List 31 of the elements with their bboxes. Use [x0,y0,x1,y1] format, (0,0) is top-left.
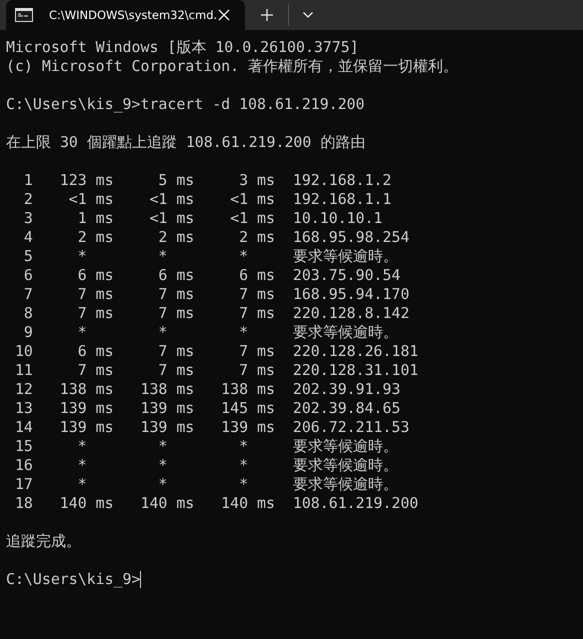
terminal-line: 5 * * * 要求等候逾時。 [22,247,398,266]
command-prompt: C:\Users\kis_9> [6,570,140,589]
terminal-line: 15 * * * 要求等候逾時。 [14,437,398,456]
dropdown-icon[interactable] [302,11,314,19]
terminal-line: 10 6 ms 7 ms 7 ms 220.128.26.181 [14,342,418,361]
new-tab-icon[interactable] [260,8,274,22]
terminal-line: (c) Microsoft Corporation. 著作權所有，並保留一切權利。 [6,57,458,76]
terminal-line: 18 140 ms 140 ms 140 ms 108.61.219.200 [14,494,418,513]
terminal-icon [15,8,33,22]
tab-title: C:\WINDOWS\system32\cmd. [49,8,218,22]
terminal-line: 8 7 ms 7 ms 7 ms 220.128.8.142 [22,304,410,323]
terminal-line: 17 * * * 要求等候逾時。 [14,475,398,494]
text-cursor [140,571,142,588]
terminal-line: 1 123 ms 5 ms 3 ms 192.168.1.2 [22,171,392,190]
terminal-line: 11 7 ms 7 ms 7 ms 220.128.31.101 [14,361,418,380]
terminal-line: 16 * * * 要求等候逾時。 [14,456,398,475]
close-icon[interactable] [217,8,232,22]
terminal-line: 13 139 ms 139 ms 145 ms 202.39.84.65 [14,399,400,418]
terminal-line: 7 7 ms 7 ms 7 ms 168.95.94.170 [22,285,410,304]
terminal-tab[interactable]: C:\WINDOWS\system32\cmd. [6,0,245,30]
terminal-line: C:\Users\kis_9>tracert -d 108.61.219.200 [6,95,365,114]
terminal-line: 6 6 ms 6 ms 6 ms 203.75.90.54 [22,266,400,285]
terminal-line: 9 * * * 要求等候逾時。 [22,323,398,342]
terminal-line: 追蹤完成。 [6,532,81,551]
terminal-line: 12 138 ms 138 ms 138 ms 202.39.91.93 [14,380,400,399]
terminal-line: 在上限 30 個躍點上追蹤 108.61.219.200 的路由 [6,133,366,152]
terminal-line: Microsoft Windows [版本 10.0.26100.3775] [6,38,359,57]
terminal-line: 4 2 ms 2 ms 2 ms 168.95.98.254 [22,228,410,247]
terminal-line: 3 1 ms <1 ms <1 ms 10.10.10.1 [22,209,383,228]
terminal-line: 14 139 ms 139 ms 139 ms 206.72.211.53 [14,418,410,437]
terminal-line: 2 <1 ms <1 ms <1 ms 192.168.1.1 [22,190,392,209]
